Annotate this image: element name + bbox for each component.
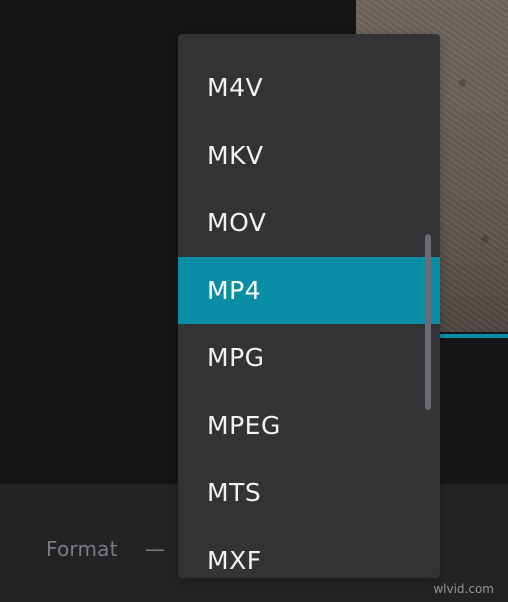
format-option-mpeg[interactable]: MPEG	[178, 392, 440, 460]
format-option-mts[interactable]: MTS	[178, 459, 440, 527]
format-label: Format	[46, 537, 118, 561]
format-option-mp4-selected[interactable]: MP4	[178, 256, 440, 324]
format-separator: —	[145, 537, 165, 561]
format-options-list: M4V MKV MOV MP4 MPG MPEG MTS MXF	[178, 54, 440, 578]
format-option-mpg[interactable]: MPG	[178, 324, 440, 392]
video-converter-screen: Format — M4V MKV MOV MP4 MPG MPEG MTS MX…	[0, 0, 508, 602]
format-option-mkv[interactable]: MKV	[178, 122, 440, 190]
dropdown-scrollbar-thumb[interactable]	[425, 234, 431, 410]
format-option-mov[interactable]: MOV	[178, 189, 440, 257]
watermark: wlvid.com	[433, 582, 494, 596]
format-option-mxf[interactable]: MXF	[178, 527, 440, 579]
format-dropdown-menu[interactable]: M4V MKV MOV MP4 MPG MPEG MTS MXF	[178, 34, 440, 578]
format-option-m4v[interactable]: M4V	[178, 54, 440, 122]
